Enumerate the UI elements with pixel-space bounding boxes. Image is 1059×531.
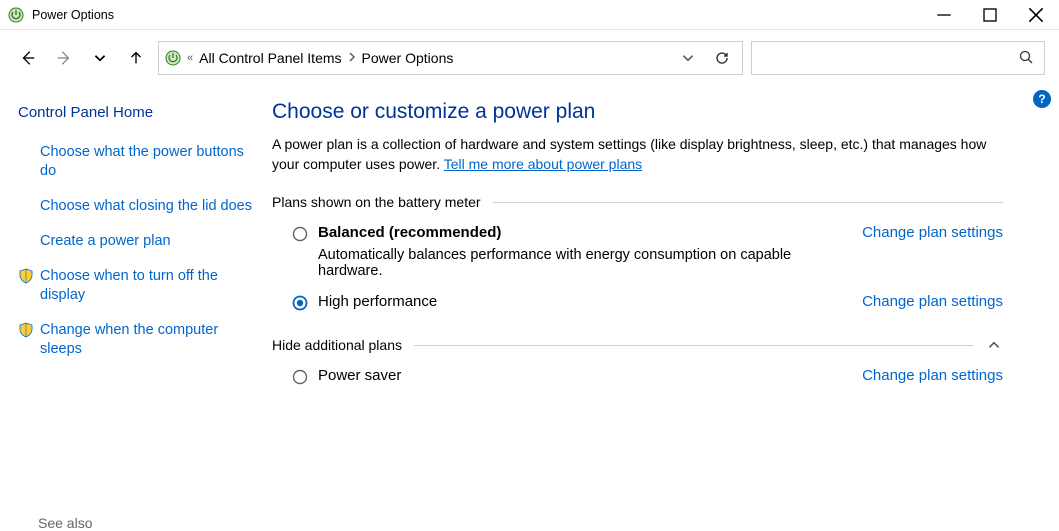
additional-plans-section: Hide additional plans Power saver Change…: [272, 337, 1003, 385]
plan-name: Balanced (recommended): [318, 224, 846, 241]
section-legend: Plans shown on the battery meter: [272, 194, 481, 210]
page-lead: A power plan is a collection of hardware…: [272, 134, 1003, 174]
task-label: Choose what closing the lid does: [40, 197, 252, 216]
breadcrumb-overflow-icon[interactable]: «: [187, 52, 193, 64]
page-heading: Choose or customize a power plan: [272, 100, 1003, 124]
shield-icon: [18, 268, 34, 284]
help-icon[interactable]: ?: [1033, 90, 1051, 108]
task-create-plan[interactable]: Create a power plan: [18, 232, 252, 251]
breadcrumb-chevron-icon[interactable]: [348, 52, 356, 65]
search-box[interactable]: [751, 41, 1045, 75]
section-rule: [414, 345, 973, 346]
see-also-heading: See also: [38, 515, 92, 531]
change-plan-settings-link[interactable]: Change plan settings: [862, 293, 1003, 310]
up-button[interactable]: [122, 44, 150, 72]
section-legend: Hide additional plans: [272, 337, 402, 353]
section-rule: [493, 202, 1003, 203]
task-pane: Control Panel Home Choose what the power…: [0, 86, 260, 531]
task-label: Choose what the power buttons do: [40, 143, 252, 181]
task-label: Create a power plan: [40, 232, 252, 251]
plan-high-performance: High performance Change plan settings: [272, 279, 1003, 311]
back-button[interactable]: [14, 44, 42, 72]
window-title: Power Options: [32, 8, 114, 22]
titlebar: Power Options: [0, 0, 1059, 30]
collapse-section-button[interactable]: [985, 337, 1003, 353]
plan-radio[interactable]: [292, 295, 308, 311]
plan-radio[interactable]: [292, 226, 308, 242]
close-button[interactable]: [1013, 0, 1059, 30]
lead-help-link[interactable]: Tell me more about power plans: [444, 156, 642, 172]
plan-balanced: Balanced (recommended) Automatically bal…: [272, 210, 1003, 279]
shield-icon: [18, 322, 34, 338]
address-bar[interactable]: « All Control Panel Items Power Options: [158, 41, 743, 75]
breadcrumb-segment[interactable]: Power Options: [362, 50, 454, 66]
nav-bar: « All Control Panel Items Power Options: [0, 30, 1059, 86]
minimize-button[interactable]: [921, 0, 967, 30]
content-pane: Choose or customize a power plan A power…: [260, 86, 1059, 531]
maximize-button[interactable]: [967, 0, 1013, 30]
search-icon[interactable]: [1018, 49, 1034, 68]
breadcrumb: All Control Panel Items Power Options: [199, 50, 453, 66]
task-sleep[interactable]: Change when the computer sleeps: [18, 321, 252, 359]
address-history-dropdown[interactable]: [674, 44, 702, 72]
change-plan-settings-link[interactable]: Change plan settings: [862, 224, 1003, 241]
forward-button[interactable]: [50, 44, 78, 72]
breadcrumb-segment[interactable]: All Control Panel Items: [199, 50, 341, 66]
plan-power-saver: Power saver Change plan settings: [272, 353, 1003, 385]
refresh-button[interactable]: [708, 44, 736, 72]
power-options-location-icon: [165, 50, 181, 66]
change-plan-settings-link[interactable]: Change plan settings: [862, 367, 1003, 384]
task-display-off[interactable]: Choose when to turn off the display: [18, 267, 252, 305]
plan-radio[interactable]: [292, 369, 308, 385]
task-power-buttons[interactable]: Choose what the power buttons do: [18, 143, 252, 181]
task-label: Change when the computer sleeps: [40, 321, 252, 359]
search-input[interactable]: [762, 49, 1018, 67]
preferred-plans-section: Plans shown on the battery meter Balance…: [272, 194, 1003, 311]
task-label: Choose when to turn off the display: [40, 267, 252, 305]
task-lid-close[interactable]: Choose what closing the lid does: [18, 197, 252, 216]
control-panel-home-link[interactable]: Control Panel Home: [18, 104, 252, 121]
plan-name: Power saver: [318, 367, 846, 384]
plan-desc: Automatically balances performance with …: [318, 247, 846, 279]
power-options-app-icon: [8, 7, 24, 23]
recent-locations-dropdown[interactable]: [86, 44, 114, 72]
plan-name: High performance: [318, 293, 846, 310]
